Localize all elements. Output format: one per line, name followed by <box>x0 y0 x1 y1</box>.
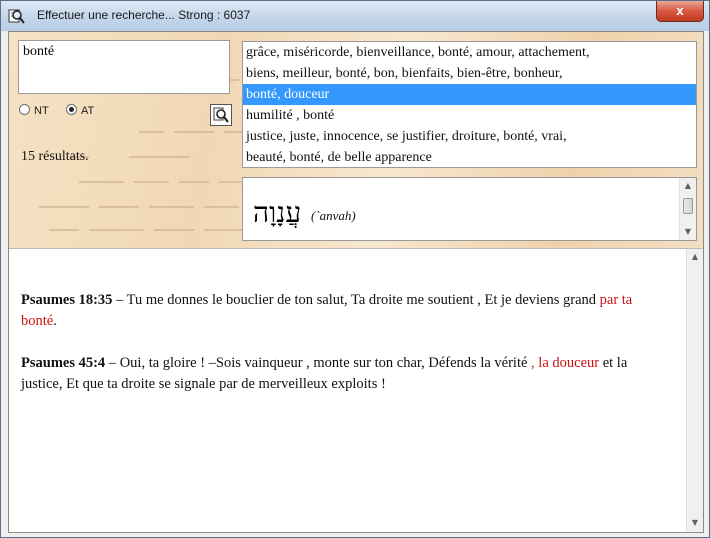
radio-nt-label: NT <box>34 105 49 117</box>
magnifier-icon <box>213 107 229 123</box>
scroll-thumb[interactable] <box>683 198 693 214</box>
client-area: bonté NT AT 15 résultats. grâce, miséric… <box>8 31 704 533</box>
verse-item: Psaumes 18:35 – Tu me donnes le bouclier… <box>21 290 671 332</box>
scroll-up-arrow-icon[interactable]: ▲ <box>680 178 696 194</box>
definition-item[interactable]: grâce, miséricorde, bienveillance, bonté… <box>243 42 696 63</box>
verse-results-panel: Psaumes 18:35 – Tu me donnes le bouclier… <box>9 248 703 532</box>
search-button[interactable] <box>210 104 232 126</box>
results-count: 15 résultats. <box>21 149 89 164</box>
parchment-background: bonté NT AT 15 résultats. grâce, miséric… <box>9 32 703 248</box>
scroll-down-arrow-icon[interactable]: ▼ <box>680 224 696 240</box>
search-input[interactable]: bonté <box>18 40 230 94</box>
verse-scrollbar[interactable]: ▲ ▼ <box>686 249 703 532</box>
verse-text: – Tu me donnes le bouclier de ton salut,… <box>112 292 600 308</box>
radio-nt-circle[interactable] <box>19 104 30 115</box>
hebrew-word-panel: עֲנָוָה (`anvah) ▲ ▼ <box>242 177 697 241</box>
definition-item[interactable]: beauté, bonté, de belle apparence <box>243 147 696 167</box>
window-title: Effectuer une recherche... Strong : 6037 <box>37 8 251 22</box>
definition-item[interactable]: biens, meilleur, bonté, bon, bienfaits, … <box>243 63 696 84</box>
transliteration: (`anvah) <box>311 208 356 223</box>
title-bar[interactable]: Effectuer une recherche... Strong : 6037… <box>1 1 709 31</box>
close-button[interactable]: x <box>656 1 704 22</box>
definition-item-selected[interactable]: bonté, douceur <box>243 84 696 105</box>
verse-text-end: . <box>53 313 57 329</box>
radio-nt[interactable]: NT <box>19 104 49 118</box>
search-window: Effectuer une recherche... Strong : 6037… <box>0 0 710 538</box>
definition-item[interactable]: humilité , bonté <box>243 105 696 126</box>
definition-item[interactable]: justice, juste, innocence, se justifier,… <box>243 126 696 147</box>
radio-at-label: AT <box>81 105 95 117</box>
verse-highlight: , la douceur <box>531 355 600 371</box>
verse-list: Psaumes 18:35 – Tu me donnes le bouclier… <box>21 290 671 416</box>
radio-at-circle[interactable] <box>66 104 77 115</box>
scroll-down-arrow-icon[interactable]: ▼ <box>687 515 703 531</box>
verse-reference[interactable]: Psaumes 45:4 <box>21 355 105 371</box>
hebrew-scrollbar[interactable]: ▲ ▼ <box>679 178 696 240</box>
hebrew-word: עֲנָוָה <box>253 196 302 229</box>
radio-at[interactable]: AT <box>66 104 94 118</box>
magnifier-book-icon <box>8 9 25 24</box>
verse-text: – Oui, ta gloire ! –Sois vainqueur , mon… <box>105 355 532 371</box>
verse-item: Psaumes 45:4 – Oui, ta gloire ! –Sois va… <box>21 353 671 395</box>
definition-list[interactable]: grâce, miséricorde, bienveillance, bonté… <box>242 41 697 168</box>
scroll-up-arrow-icon[interactable]: ▲ <box>687 249 703 265</box>
verse-reference[interactable]: Psaumes 18:35 <box>21 292 112 308</box>
